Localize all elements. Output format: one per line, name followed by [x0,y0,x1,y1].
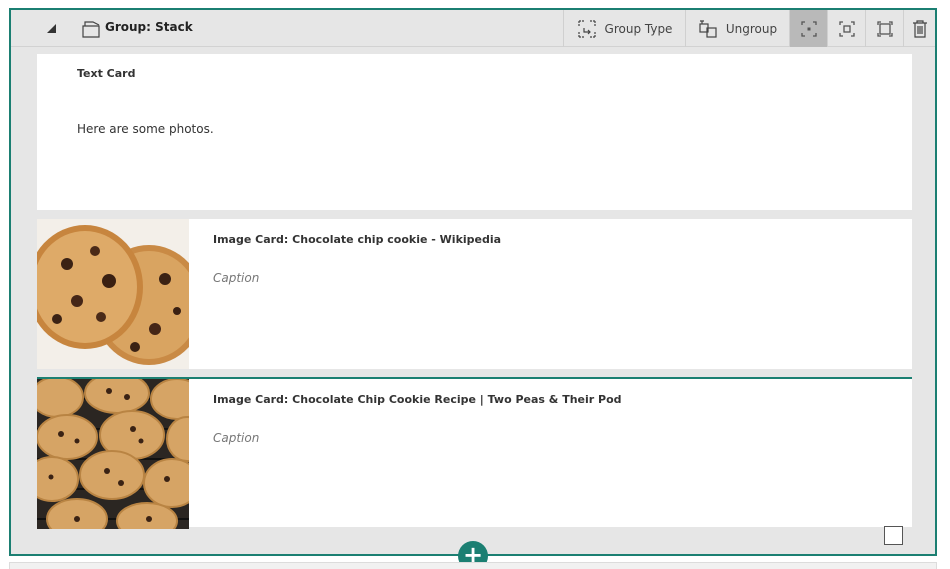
ungroup-label: Ungroup [725,21,778,36]
cookie-image [37,219,189,369]
group-stack-container: Group: Stack Group Type Ungroup Text Car… [9,8,937,556]
size-large-icon [876,20,893,37]
group-type-label: Group Type [604,21,673,36]
caption-field[interactable]: Caption [213,271,259,285]
text-card-title: Text Card [77,67,136,80]
triangle-collapse-icon[interactable] [47,24,56,33]
delete-button[interactable] [903,10,935,47]
trash-icon [912,19,927,38]
size-small-icon [800,20,817,37]
cookie-image [37,379,189,529]
group-title: Group: Stack [105,20,193,34]
size-medium-button[interactable] [827,10,865,47]
caption-field[interactable]: Caption [213,431,259,445]
image-card[interactable]: Image Card: Chocolate Chip Cookie Recipe… [37,377,912,529]
image-card-title: Image Card: Chocolate Chip Cookie Recipe… [213,393,622,406]
size-medium-icon [838,20,855,37]
group-type-icon [577,19,596,38]
size-small-button[interactable] [789,10,827,47]
text-card[interactable]: Text Card Here are some photos. [37,54,912,210]
group-type-button[interactable]: Group Type [563,10,685,47]
select-checkbox[interactable] [884,526,903,545]
ungroup-button[interactable]: Ungroup [685,10,789,47]
image-card-title: Image Card: Chocolate chip cookie - Wiki… [213,233,502,246]
text-card-body[interactable]: Here are some photos. [77,122,214,136]
image-card[interactable]: Image Card: Chocolate chip cookie - Wiki… [37,219,912,369]
group-stack-icon [82,21,100,38]
ungroup-icon [699,19,717,38]
group-header: Group: Stack Group Type Ungroup [11,10,935,47]
size-large-button[interactable] [865,10,903,47]
next-item-edge [9,562,937,569]
